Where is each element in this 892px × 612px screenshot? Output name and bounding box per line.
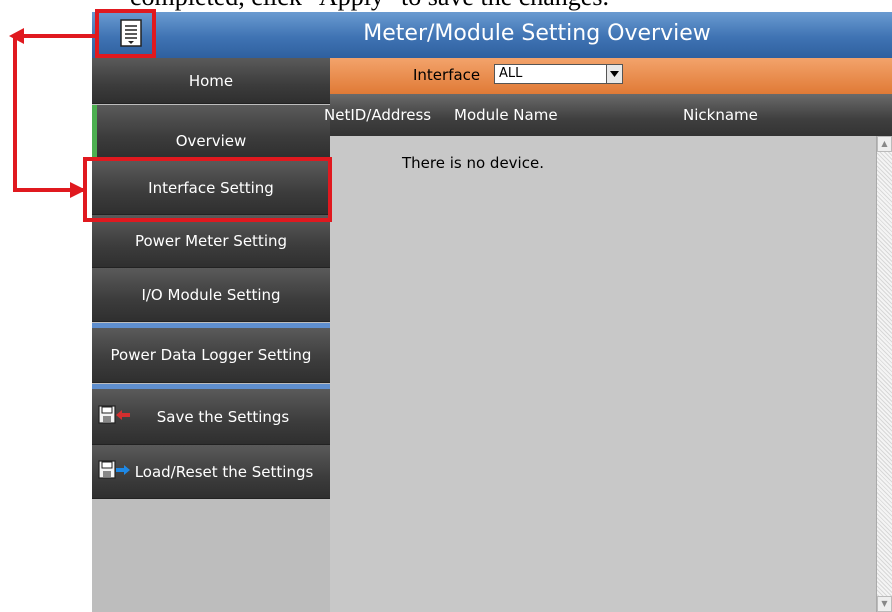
sidebar-item-save-settings[interactable]: Save the Settings bbox=[92, 389, 330, 445]
annotation-arrow-icon bbox=[9, 28, 97, 198]
dropdown-arrow-icon[interactable] bbox=[606, 65, 622, 83]
sidebar-item-interface-setting[interactable]: Interface Setting bbox=[92, 161, 330, 215]
sidebar-item-label: Power Meter Setting bbox=[134, 232, 288, 250]
save-settings-icon bbox=[98, 404, 132, 430]
table-header: NetID/Address Module Name Nickname bbox=[324, 94, 892, 136]
column-header-netid: NetID/Address bbox=[324, 106, 432, 124]
active-indicator bbox=[92, 105, 97, 158]
interface-label: Interface bbox=[413, 66, 481, 84]
menu-list-icon bbox=[120, 19, 142, 47]
sidebar-item-label: Interface Setting bbox=[148, 178, 274, 197]
interface-select-value: ALL bbox=[499, 66, 523, 81]
scroll-down-icon[interactable]: ▼ bbox=[877, 596, 892, 612]
interface-select[interactable]: ALL bbox=[494, 64, 623, 84]
sidebar-item-power-data-logger-setting[interactable]: Power Data Logger Setting bbox=[92, 328, 330, 383]
sidebar-item-label: Home bbox=[188, 71, 234, 90]
sidebar-item-power-meter-setting[interactable]: Power Meter Setting bbox=[92, 215, 330, 268]
main-panel: Interface ALL NetID/Address Module Name … bbox=[324, 58, 892, 612]
vertical-scrollbar[interactable]: ▲ ▼ bbox=[876, 136, 892, 612]
title-bar: Meter/Module Setting Overview bbox=[92, 12, 892, 58]
column-header-nickname: Nickname bbox=[683, 106, 758, 124]
sidebar-item-load-reset-settings[interactable]: Load/Reset the Settings bbox=[92, 445, 330, 499]
sidebar-item-label: Power Data Logger Setting bbox=[110, 346, 312, 364]
column-header-module-name: Module Name bbox=[454, 106, 558, 124]
sidebar-item-io-module-setting[interactable]: I/O Module Setting bbox=[92, 268, 330, 322]
scroll-up-icon[interactable]: ▲ bbox=[877, 136, 892, 152]
app-title: Meter/Module Setting Overview bbox=[363, 21, 711, 46]
sidebar-item-label: Save the Settings bbox=[156, 407, 290, 426]
empty-table-message: There is no device. bbox=[402, 154, 544, 172]
sidebar-item-label: I/O Module Setting bbox=[141, 285, 281, 304]
document-caption-text: completed, click "Apply" to save the cha… bbox=[130, 0, 609, 12]
menu-toggle-button[interactable] bbox=[118, 17, 144, 51]
sidebar-item-label: Overview bbox=[175, 131, 247, 150]
sidebar-item-overview[interactable]: Overview bbox=[92, 105, 330, 159]
interface-filter-bar: Interface ALL bbox=[330, 58, 892, 94]
sidebar-item-label: Load/Reset the Settings bbox=[134, 462, 314, 481]
load-settings-icon bbox=[98, 459, 132, 485]
sidebar: Home Overview Interface Setting Power Me… bbox=[92, 58, 330, 612]
sidebar-item-home[interactable]: Home bbox=[92, 58, 330, 104]
